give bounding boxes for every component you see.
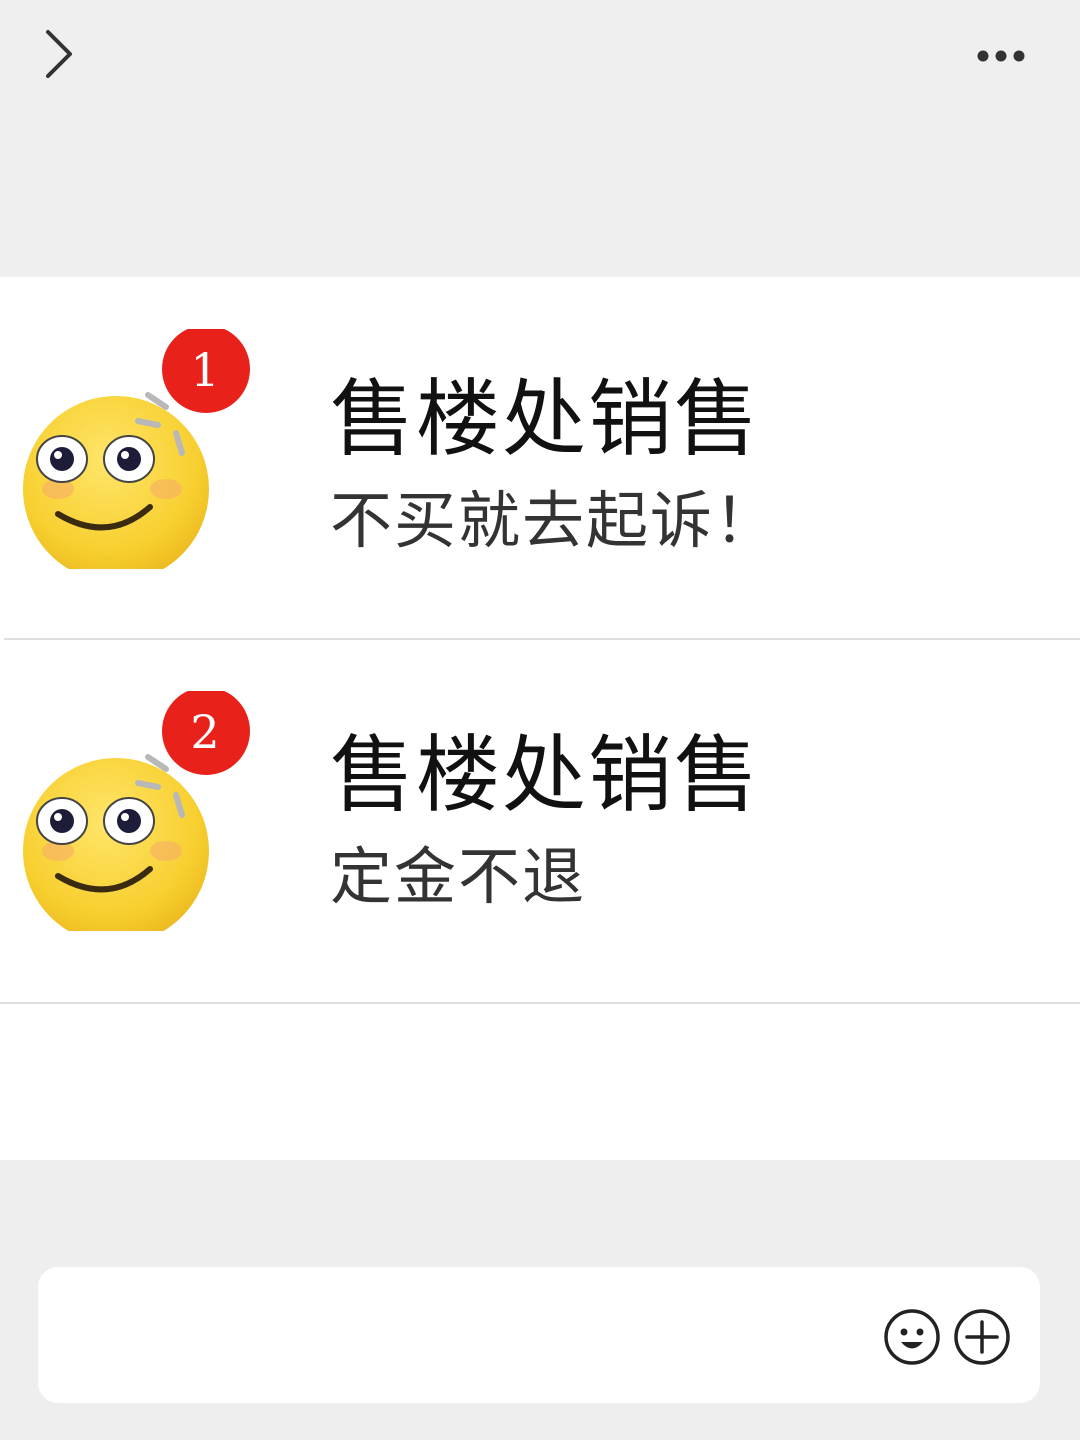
svg-text:1: 1	[190, 343, 219, 397]
message-input[interactable]	[38, 1267, 1040, 1403]
message-preview: 不买就去起诉！	[330, 484, 779, 557]
composer-bar	[0, 1160, 1080, 1440]
message-preview: 定金不退	[330, 840, 587, 913]
chevron-right-icon[interactable]	[30, 24, 90, 84]
svg-text:2: 2	[190, 705, 219, 759]
avatar: 1	[23, 329, 250, 569]
list-item[interactable]: 2 售楼处销售 定金不退	[0, 639, 1080, 1001]
more-dots-icon[interactable]	[966, 36, 1036, 76]
sender-name: 售楼处销售	[330, 726, 761, 824]
sender-name: 售楼处销售	[330, 370, 761, 468]
top-bar	[0, 0, 1080, 277]
divider	[0, 1002, 1080, 1004]
list-item[interactable]: 1 售楼处销售 不买就去起诉！	[0, 277, 1080, 639]
emoji-icon[interactable]	[882, 1307, 942, 1367]
avatar: 2	[23, 691, 250, 931]
message-list: 1 售楼处销售 不买就去起诉！ 2 售楼处销售 定金不退	[0, 277, 1080, 1160]
plus-circle-icon[interactable]	[952, 1307, 1012, 1367]
